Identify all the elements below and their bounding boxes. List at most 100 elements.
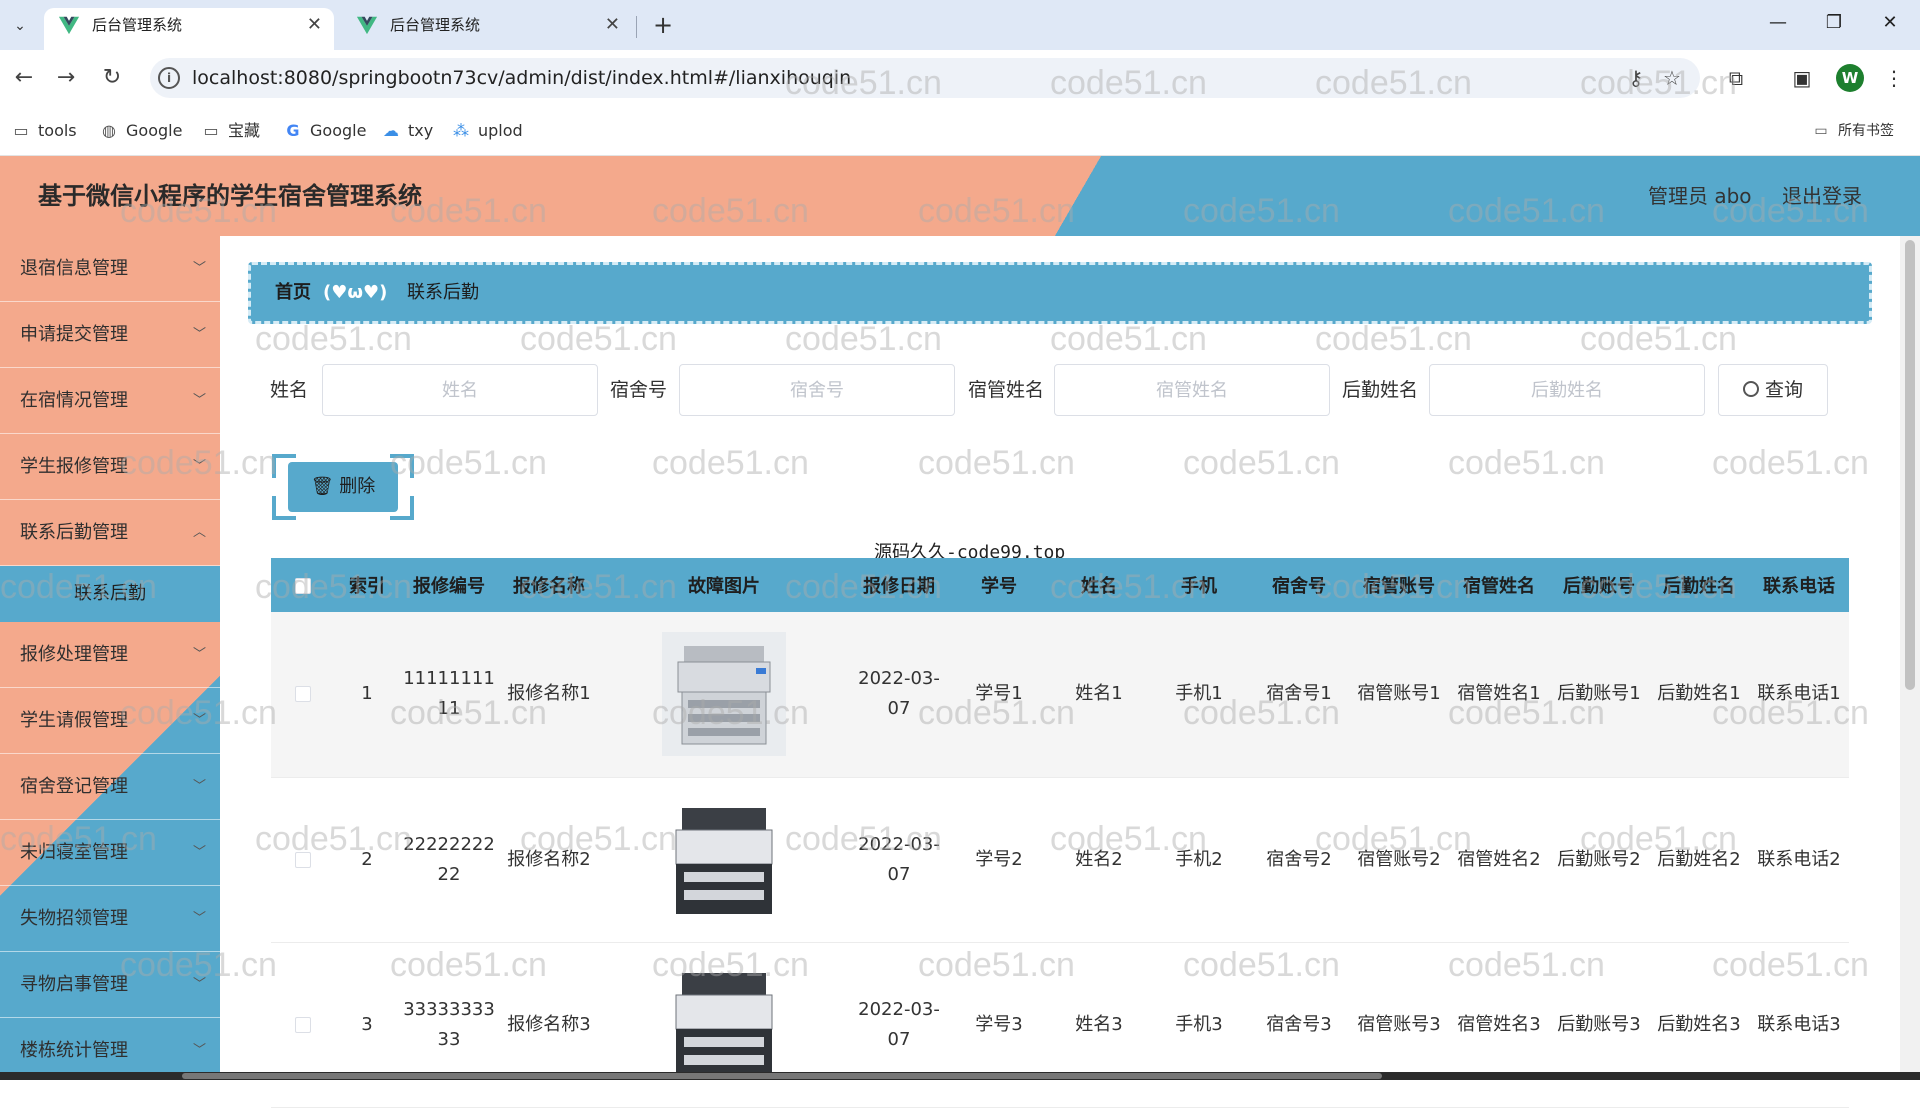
trash-icon: 🗑 [310,476,340,497]
select-all-checkbox[interactable] [295,577,311,594]
table-row[interactable]: 1 1111111111 报修名称1 2022-03-07 学号1 姓名1 手机… [271,612,1849,778]
logistics-account-cell: 后勤账号3 [1549,942,1649,1108]
breadcrumb-current: 联系后勤 [407,282,479,303]
watermark: code51.cn [1448,444,1605,482]
sidebar-item-not-returned[interactable]: 未归寝室管理 ﹀ [0,820,220,886]
student-name-cell: 姓名1 [1049,612,1149,778]
fault-image-cell [599,777,849,943]
sidebar-item-logistics[interactable]: 联系后勤管理 ︿ [0,500,220,566]
printer-image[interactable] [662,962,786,1087]
breadcrumb-home[interactable]: 首页 [275,265,311,321]
phone-cell: 手机2 [1149,777,1249,943]
column-header: 宿管账号 [1349,558,1449,612]
vertical-scroll-thumb[interactable] [1905,240,1915,690]
repair-name-cell: 报修名称1 [499,612,599,778]
close-tab-icon[interactable]: ✕ [605,8,620,42]
url-text[interactable]: localhost:8080/springbootn73cv/admin/dis… [192,58,851,98]
row-checkbox[interactable] [295,851,311,868]
table-header-row: 索引 报修编号 报修名称 故障图片 报修日期 学号 姓名 手机 宿舍号 宿管账号… [271,558,1849,612]
table-row[interactable]: 3 3333333333 报修名称3 2022-03-07 学号3 姓名3 手机… [271,942,1849,1108]
repair-code-cell: 1111111111 [399,612,499,778]
student-no-cell: 学号3 [949,942,1049,1108]
column-header: 宿舍号 [1249,558,1349,612]
extensions-icon[interactable]: ⧉ [1722,64,1750,92]
index-cell: 1 [335,612,399,778]
bookmark-uplod[interactable]: ⁂ uplod [450,119,523,143]
google-icon: G [286,121,300,140]
key-icon[interactable]: ⚷ [1624,66,1648,90]
chevron-down-icon: ﹀ [192,911,206,926]
select-all-cell [271,558,335,612]
column-header: 学号 [949,558,1049,612]
row-select-cell [271,942,335,1108]
minimize-icon[interactable]: — [1758,8,1798,38]
sidebar-item-dorm-registration[interactable]: 宿舍登记管理 ﹀ [0,754,220,820]
sidebar-item-leave[interactable]: 学生请假管理 ﹀ [0,688,220,754]
vue-logo-icon [58,16,80,35]
horizontal-scrollbar[interactable] [0,1072,1920,1080]
reload-icon[interactable]: ↻ [98,64,126,92]
sidebar-item-repair[interactable]: 学生报修管理 ﹀ [0,434,220,500]
tab-search-icon[interactable]: ⌄ [6,12,34,40]
sidebar-item-building-stats[interactable]: 楼栋统计管理 ﹀ [0,1018,220,1080]
address-bar[interactable]: i localhost:8080/springbootn73cv/admin/d… [150,58,1700,98]
name-input[interactable] [322,364,598,416]
bookmark-google[interactable]: ◍ Google [98,119,182,143]
watermark: code51.cn [520,320,677,358]
bookmark-txy[interactable]: ☁ txy [380,119,433,143]
star-icon[interactable]: ☆ [1660,66,1684,90]
watermark: code51.cn [1183,444,1340,482]
column-header: 联系电话 [1749,558,1849,612]
sidebar-item-lost-notice[interactable]: 寻物启事管理 ﹀ [0,952,220,1018]
logistics-name-input[interactable] [1429,364,1705,416]
close-tab-icon[interactable]: ✕ [307,8,322,42]
manager-name-input[interactable] [1054,364,1330,416]
browser-tab-inactive[interactable]: 后台管理系统 ✕ [342,8,632,50]
bookmark-google-2[interactable]: G Google [282,119,366,143]
horizontal-scroll-thumb[interactable] [182,1073,1382,1079]
dorm-input[interactable] [679,364,955,416]
forward-icon[interactable]: → [52,64,80,92]
repair-code-cell: 3333333333 [399,942,499,1108]
row-checkbox[interactable] [295,1016,311,1033]
chevron-down-icon: ﹀ [192,977,206,992]
chevron-down-icon: ﹀ [192,647,206,662]
sidebar-item-repair-handling[interactable]: 报修处理管理 ﹀ [0,622,220,688]
restore-icon[interactable]: ❐ [1814,8,1854,38]
bookmark-tools[interactable]: ▭ tools [10,119,76,143]
all-bookmarks[interactable]: ▭ 所有书签 [1810,119,1894,143]
column-header: 索引 [335,558,399,612]
table-row[interactable]: 2 2222222222 报修名称2 2022-03-07 学号2 姓名2 手机… [271,777,1849,943]
printer-image[interactable] [662,632,786,757]
chevron-down-icon: ﹀ [192,459,206,474]
back-icon[interactable]: ← [10,64,38,92]
new-tab-icon[interactable]: + [648,10,678,40]
sidebar-item-application[interactable]: 申请提交管理 ﹀ [0,302,220,368]
printer-image[interactable] [662,797,786,922]
site-info-icon[interactable]: i [158,67,180,89]
profile-avatar[interactable]: W [1836,64,1864,92]
more-menu-icon[interactable]: ⋮ [1880,64,1908,92]
sidebar-item-lost-found[interactable]: 失物招领管理 ﹀ [0,886,220,952]
search-icon [1742,381,1759,397]
query-button[interactable]: 查询 [1718,364,1828,416]
phone-cell: 手机1 [1149,612,1249,778]
watermark: code51.cn [1050,320,1207,358]
sidepanel-icon[interactable]: ▣ [1788,64,1816,92]
chevron-down-icon: ﹀ [192,845,206,860]
bookmark-treasure[interactable]: ▭ 宝藏 [200,119,260,143]
logout-link[interactable]: 退出登录 [1782,156,1862,236]
sidebar-item-in-dorm[interactable]: 在宿情况管理 ﹀ [0,368,220,434]
column-header: 报修日期 [849,558,949,612]
close-window-icon[interactable]: ✕ [1870,8,1910,38]
vertical-scrollbar[interactable] [1900,236,1920,1072]
delete-button[interactable]: 🗑 删除 [288,462,398,512]
repair-date-cell: 2022-03-07 [849,612,949,778]
column-header: 姓名 [1049,558,1149,612]
sidebar-item-checkout[interactable]: 退宿信息管理 ﹀ [0,236,220,302]
manager-account-cell: 宿管账号3 [1349,942,1449,1108]
browser-tab-active[interactable]: 后台管理系统 ✕ [44,8,334,50]
sidebar-subitem-contact-logistics[interactable]: 联系后勤 [0,566,220,622]
dorm-filter-label: 宿舍号 [610,379,668,401]
row-checkbox[interactable] [295,686,311,703]
